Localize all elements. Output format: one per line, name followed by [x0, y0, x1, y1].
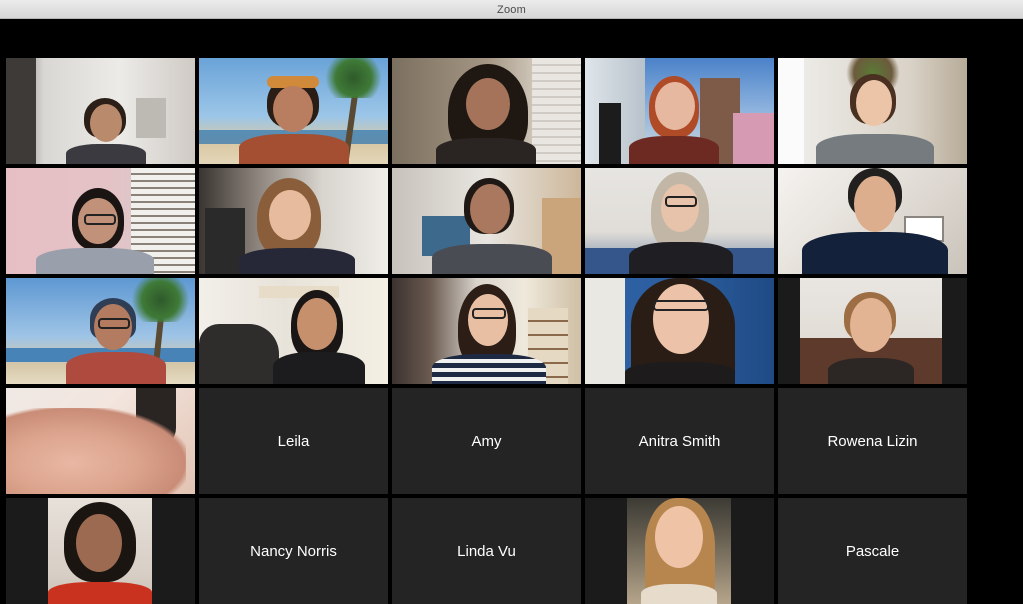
participant-name: Leila [277, 432, 310, 450]
video-tile[interactable] [585, 58, 774, 164]
video-tile[interactable] [392, 168, 581, 274]
participant-tile-anitra-smith[interactable]: Anitra Smith [585, 388, 774, 494]
window-title: Zoom [497, 4, 526, 16]
window-titlebar[interactable]: Zoom [0, 0, 1023, 19]
participant-name: Nancy Norris [250, 542, 337, 560]
video-tile[interactable] [199, 58, 388, 164]
participant-tile-rowena-lizin[interactable]: Rowena Lizin [778, 388, 967, 494]
participant-tile-pascale[interactable]: Pascale [778, 498, 967, 604]
video-tile[interactable] [6, 168, 195, 274]
participant-name: Rowena Lizin [827, 432, 918, 450]
video-tile[interactable] [778, 278, 967, 384]
video-tile[interactable] [392, 278, 581, 384]
video-tile[interactable] [585, 278, 774, 384]
participant-tile-linda-vu[interactable]: Linda Vu [392, 498, 581, 604]
video-tile[interactable] [199, 278, 388, 384]
participant-tile-amy[interactable]: Amy [392, 388, 581, 494]
participant-tile-leila[interactable]: Leila [199, 388, 388, 494]
participant-name: Amy [471, 432, 502, 450]
gallery-view: Leila Amy Anitra Smith Rowena Lizin Nanc… [6, 58, 967, 604]
video-tile[interactable] [6, 278, 195, 384]
video-tile[interactable] [778, 168, 967, 274]
participant-name: Linda Vu [457, 542, 516, 560]
participant-name: Anitra Smith [638, 432, 721, 450]
participant-name: Pascale [845, 542, 900, 560]
participant-tile-nancy-norris[interactable]: Nancy Norris [199, 498, 388, 604]
video-tile[interactable] [6, 498, 195, 604]
video-tile[interactable] [585, 168, 774, 274]
video-tile[interactable] [778, 58, 967, 164]
video-tile[interactable] [199, 168, 388, 274]
video-tile[interactable] [6, 388, 195, 494]
video-tile[interactable] [392, 58, 581, 164]
video-tile[interactable] [585, 498, 774, 604]
video-tile[interactable] [6, 58, 195, 164]
